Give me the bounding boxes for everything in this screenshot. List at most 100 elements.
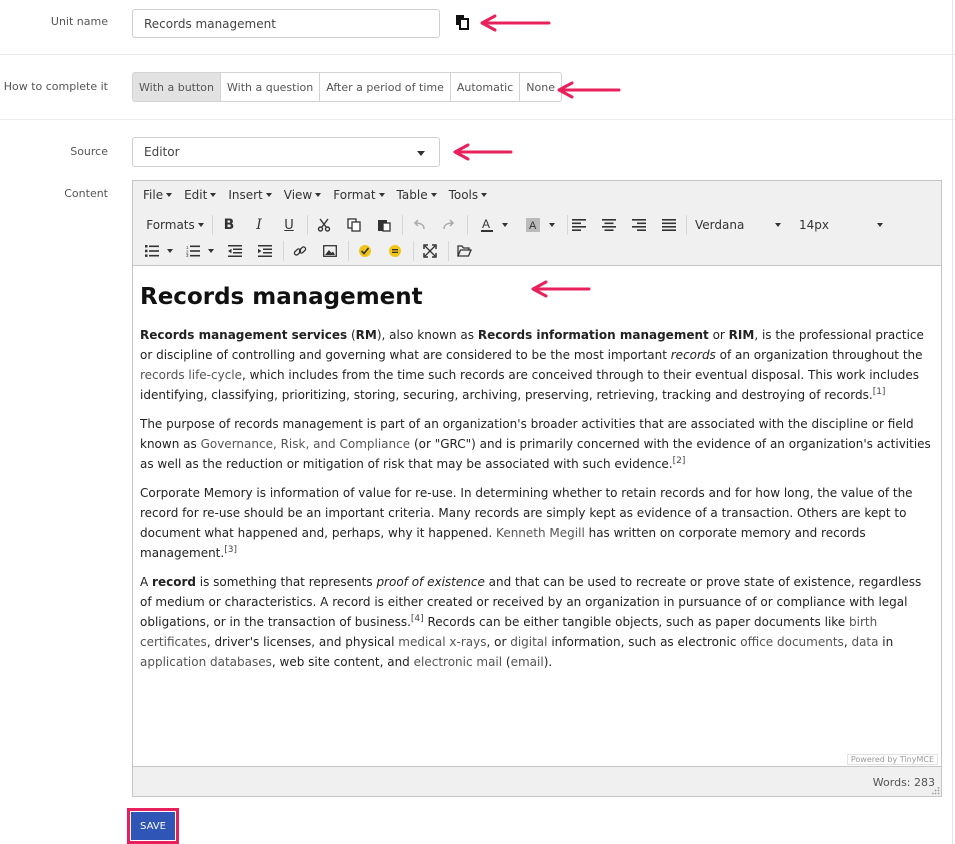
formats-label: Formats: [146, 218, 195, 232]
source-value: Editor: [144, 145, 180, 159]
text: of an organization throughout the: [715, 348, 923, 362]
content-link[interactable]: Governance, Risk, and Compliance: [201, 437, 411, 451]
citation[interactable]: [1]: [873, 387, 886, 397]
unit-name-label: Unit name: [50, 15, 108, 28]
menu-label: Edit: [184, 188, 208, 202]
content-paragraph: A record is something that represents pr…: [140, 572, 934, 672]
caret-icon: [197, 223, 204, 227]
caret-icon: [265, 193, 272, 197]
formats-dropdown[interactable]: Formats: [145, 213, 205, 237]
text: (: [502, 655, 511, 669]
citation[interactable]: [4]: [411, 614, 424, 624]
bold-button[interactable]: B: [218, 213, 240, 237]
menu-edit[interactable]: Edit: [178, 185, 222, 205]
powered-by-badge[interactable]: Powered by TinyMCE: [846, 754, 938, 765]
citation[interactable]: [2]: [673, 456, 686, 466]
align-right-icon[interactable]: [628, 213, 650, 237]
caret-icon: [167, 249, 173, 253]
toolbar-divider: [307, 215, 308, 235]
font-family-select[interactable]: Verdana: [691, 213, 785, 237]
toolbar-divider: [448, 241, 449, 261]
align-left-icon[interactable]: [568, 213, 590, 237]
content-link[interactable]: office documents: [740, 635, 844, 649]
menu-label: Format: [333, 188, 376, 202]
menu-tools[interactable]: Tools: [443, 185, 494, 205]
save-button[interactable]: SAVE: [131, 812, 175, 840]
menu-insert[interactable]: Insert: [222, 185, 277, 205]
text: A: [140, 575, 153, 589]
annotation-arrow-icon: [531, 280, 591, 298]
align-justify-icon[interactable]: [658, 213, 680, 237]
toolbar-divider: [212, 215, 213, 235]
citation[interactable]: [3]: [224, 545, 237, 555]
plugin-equation-icon[interactable]: [384, 239, 406, 263]
copy-icon[interactable]: [455, 14, 469, 30]
align-center-icon[interactable]: [598, 213, 620, 237]
copy-icon[interactable]: [343, 213, 365, 237]
text: , web site content, and: [271, 655, 414, 669]
content-paragraph: Corporate Memory is information of value…: [140, 483, 934, 563]
content-link[interactable]: application databases: [140, 655, 272, 669]
caret-icon: [877, 223, 883, 227]
text: , or: [486, 635, 511, 649]
completion-option-with-a-question[interactable]: With a question: [220, 72, 321, 102]
plugin-check-icon[interactable]: [354, 239, 376, 263]
bold-text: Records information management: [477, 328, 709, 342]
source-select[interactable]: Editor: [132, 137, 440, 167]
menu-table[interactable]: Table: [391, 185, 443, 205]
content-link[interactable]: data: [851, 635, 878, 649]
text: Records can be either tangible objects, …: [423, 615, 849, 629]
content-link[interactable]: electronic mail: [414, 655, 502, 669]
annotation-arrow-icon: [557, 81, 621, 99]
caret-icon: [549, 223, 555, 227]
content-link[interactable]: medical x-rays: [398, 635, 486, 649]
folder-open-icon[interactable]: [453, 239, 475, 263]
caret-icon: [315, 193, 322, 197]
menu-view[interactable]: View: [278, 185, 327, 205]
fullscreen-icon[interactable]: [419, 239, 441, 263]
toolbar-divider: [348, 241, 349, 261]
cut-icon[interactable]: [313, 213, 335, 237]
font-size-select[interactable]: 14px: [795, 213, 887, 237]
image-icon[interactable]: [319, 239, 341, 263]
svg-text:3: 3: [186, 253, 189, 257]
toolbar-divider: [467, 215, 468, 235]
content-link[interactable]: digital: [510, 635, 547, 649]
completion-label: How to complete it: [3, 80, 108, 93]
italic-text: proof of existence: [376, 575, 485, 589]
paste-icon[interactable]: [373, 213, 395, 237]
unit-name-input[interactable]: Records management: [132, 9, 440, 38]
resize-handle-icon[interactable]: [932, 787, 940, 795]
numbered-list-button[interactable]: 123: [183, 239, 217, 263]
annotation-arrow-icon: [480, 14, 551, 32]
caret-icon: [481, 193, 488, 197]
editor-menubar: File Edit Insert View Format Table Tools: [137, 185, 493, 205]
content-link[interactable]: records life-cycle: [140, 368, 242, 382]
underline-button[interactable]: U: [278, 213, 300, 237]
background-color-button[interactable]: A: [519, 213, 561, 237]
completion-option-after-a-period[interactable]: After a period of time: [319, 72, 451, 102]
outdent-icon[interactable]: [224, 239, 246, 263]
editor-content[interactable]: Records management Records management se…: [133, 266, 941, 766]
content-link[interactable]: email: [511, 655, 544, 669]
bold-text: record: [152, 575, 196, 589]
italic-button[interactable]: I: [248, 213, 270, 237]
text: information, such as electronic: [547, 635, 741, 649]
row-divider: [0, 54, 955, 55]
menu-label: File: [143, 188, 164, 202]
completion-option-with-a-button[interactable]: With a button: [132, 72, 221, 102]
rich-text-editor: File Edit Insert View Format Table Tools…: [132, 180, 942, 797]
menu-format[interactable]: Format: [327, 185, 390, 205]
indent-icon[interactable]: [254, 239, 276, 263]
text: (: [347, 328, 356, 342]
caret-icon: [166, 193, 173, 197]
redo-icon[interactable]: [438, 213, 460, 237]
link-icon[interactable]: [289, 239, 311, 263]
bullet-list-button[interactable]: [142, 239, 176, 263]
editor-toolbar: File Edit Insert View Format Table Tools…: [133, 181, 941, 266]
menu-file[interactable]: File: [137, 185, 178, 205]
text-color-button[interactable]: A: [473, 213, 515, 237]
content-link[interactable]: Kenneth Megill: [496, 526, 585, 540]
completion-option-automatic[interactable]: Automatic: [449, 72, 521, 102]
undo-icon[interactable]: [408, 213, 430, 237]
